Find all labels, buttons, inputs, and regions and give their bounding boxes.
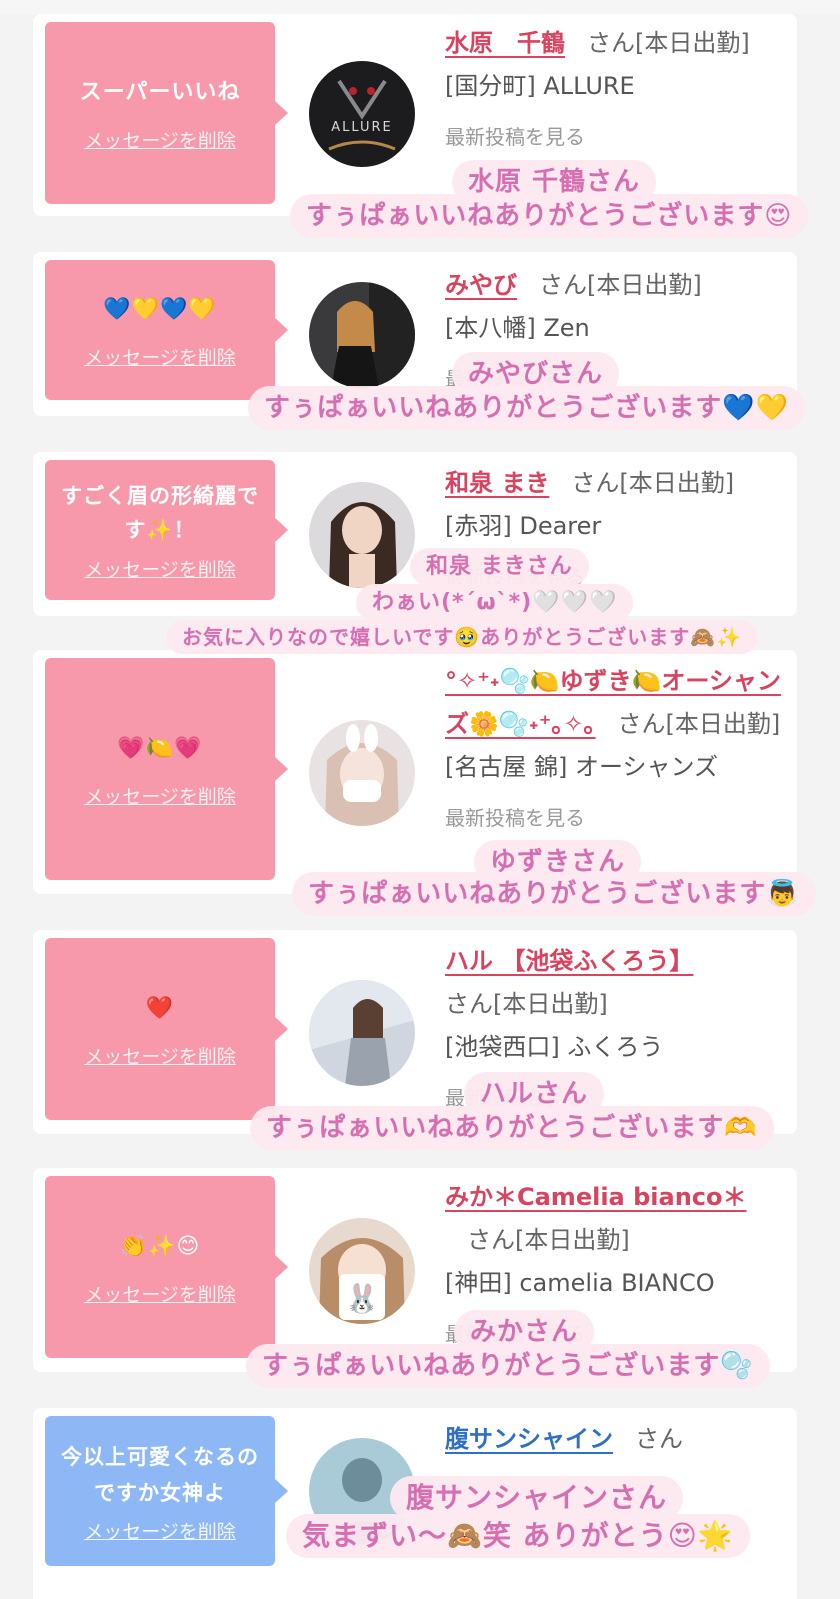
avatar[interactable]: 🐰 <box>309 1218 415 1324</box>
delete-message-link[interactable]: メッセージを削除 <box>84 555 236 582</box>
message-text: 今以上可愛くなるのですか女神よ <box>61 1444 259 1505</box>
caption-text: すぅぱぁいいねありがとうございます💙💛 <box>248 386 805 430</box>
profile-name-link[interactable]: 水原 千鶴 <box>445 29 565 57</box>
name-line: 水原 千鶴 さん[本日出勤] <box>445 22 783 65</box>
profile-name-link[interactable]: ハル 【池袋ふくろう】 <box>445 947 693 975</box>
message-bubble: スーパーいいね メッセージを削除 <box>45 22 288 204</box>
avatar[interactable]: ALLURE <box>309 61 415 167</box>
delete-message-link[interactable]: メッセージを削除 <box>84 782 236 809</box>
status-text: さん[本日出勤] <box>587 29 750 57</box>
message-bubble: 💙💛💙💛 メッセージを削除 <box>45 260 288 400</box>
shop-text: [神田] camelia BIANCO <box>445 1269 715 1297</box>
avatar-image <box>309 980 415 1086</box>
message-bubble: 💗🍋💗 メッセージを削除 <box>45 658 288 880</box>
shop-text: [赤羽] Dearer <box>445 512 602 540</box>
message-card: 💗🍋💗 メッセージを削除 °✧⁺˖🫧🍋ゆずき🍋オーシャンズ🌼🫧˖⁺｡✧｡ さん[本… <box>33 650 797 894</box>
top-strip <box>0 0 840 14</box>
avatar-image: 🐰 <box>309 1218 415 1324</box>
status-text: さん[本日出勤] <box>571 469 735 497</box>
avatar-image: ALLURE <box>309 61 415 167</box>
caption-text: すぅぱぁいいねありがとうございます👼 <box>292 872 816 916</box>
shop-text: [国分町] ALLURE <box>445 72 635 100</box>
caption-text: すぅぱぁいいねありがとうございます😍 <box>290 194 809 238</box>
latest-post-link[interactable]: 最新投稿を見る <box>445 116 783 159</box>
status-text: さん[本日出勤] <box>539 271 702 299</box>
name-line: みか＊Camelia bianco＊ さん[本日出勤] <box>445 1176 783 1262</box>
caption-text: お気に入りなので嬉しいです🥹ありがとうございます🙈✨ <box>166 620 759 654</box>
status-text: さん <box>635 1425 683 1453</box>
message-card: ❤️ メッセージを削除 ハル 【池袋ふくろう】 さん[本日出勤] [池袋西口] ふ… <box>33 930 797 1134</box>
avatar[interactable] <box>309 720 415 826</box>
message-text: 👏✨😊 <box>119 1233 201 1259</box>
delete-message-link[interactable]: メッセージを削除 <box>84 1517 236 1544</box>
card-info: 腹サンシャイン さん <box>445 1418 783 1461</box>
name-line: ハル 【池袋ふくろう】 さん[本日出勤] <box>445 940 783 1026</box>
caption-text: わぁい(*´ω`*)🤍🤍🤍 <box>356 584 634 622</box>
message-bubble: すごく眉の形綺麗です✨！ メッセージを削除 <box>45 460 288 600</box>
shop-text: [本八幡] Zen <box>445 314 590 342</box>
name-line: みやび さん[本日出勤] <box>445 264 783 307</box>
card-info: 水原 千鶴 さん[本日出勤] [国分町] ALLURE 最新投稿を見る <box>445 22 783 159</box>
message-text: スーパーいいね <box>79 79 241 105</box>
profile-name-link[interactable]: みか＊Camelia bianco＊ <box>445 1183 747 1211</box>
profile-name-link[interactable]: 和泉 まき <box>445 469 549 497</box>
delete-message-link[interactable]: メッセージを削除 <box>84 126 236 153</box>
message-feed: スーパーいいね メッセージを削除 ALLURE 水原 千鶴 さん[本日出勤] [国… <box>0 0 840 1599</box>
message-text: すごく眉の形綺麗です✨！ <box>61 483 259 542</box>
avatar-logo-text: ALLURE <box>331 120 393 135</box>
avatar-image <box>309 482 415 588</box>
message-bubble: 今以上可愛くなるのですか女神よ メッセージを削除 <box>45 1416 288 1566</box>
latest-post-link[interactable]: 最新投稿を見る <box>445 797 783 840</box>
name-line: 腹サンシャイン さん <box>445 1418 783 1461</box>
caption-text: すぅぱぁいいねありがとうございます🫶 <box>250 1106 774 1150</box>
avatar-image <box>309 282 415 388</box>
message-bubble: 👏✨😊 メッセージを削除 <box>45 1176 288 1358</box>
avatar-sticker: 🐰 <box>345 1282 380 1315</box>
profile-name-link[interactable]: 腹サンシャイン <box>445 1425 613 1453</box>
caption-name: 和泉 まきさん <box>410 548 589 586</box>
profile-name-link[interactable]: みやび <box>445 271 517 299</box>
message-text: 💗🍋💗 <box>117 735 203 761</box>
status-text: さん[本日出勤] <box>467 1226 630 1254</box>
caption-text: すぅぱぁいいねありがとうございます🫧 <box>246 1344 770 1388</box>
status-text: さん[本日出勤] <box>617 710 781 738</box>
card-info: °✧⁺˖🫧🍋ゆずき🍋オーシャンズ🌼🫧˖⁺｡✧｡ さん[本日出勤] [名古屋 錦] … <box>445 660 783 840</box>
avatar[interactable] <box>309 980 415 1086</box>
avatar[interactable] <box>309 282 415 388</box>
delete-message-link[interactable]: メッセージを削除 <box>84 1042 236 1069</box>
delete-message-link[interactable]: メッセージを削除 <box>84 1280 236 1307</box>
status-text: さん[本日出勤] <box>445 990 608 1018</box>
message-card: スーパーいいね メッセージを削除 ALLURE 水原 千鶴 さん[本日出勤] [国… <box>33 14 797 216</box>
shop-text: [池袋西口] ふくろう <box>445 1033 664 1061</box>
message-card: 👏✨😊 メッセージを削除 🐰 みか＊Camelia bianco＊ さん[本日出勤… <box>33 1168 797 1372</box>
message-bubble: ❤️ メッセージを削除 <box>45 938 288 1120</box>
shop-text: [名古屋 錦] オーシャンズ <box>445 753 719 781</box>
caption-text: 気まずい〜🙈笑 ありがとう😍🌟 <box>286 1514 750 1558</box>
name-line: °✧⁺˖🫧🍋ゆずき🍋オーシャンズ🌼🫧˖⁺｡✧｡ さん[本日出勤] <box>445 660 783 746</box>
avatar[interactable] <box>309 482 415 588</box>
name-line: 和泉 まき さん[本日出勤] <box>445 462 783 505</box>
avatar-image <box>309 720 415 826</box>
message-text: 💙💛💙💛 <box>103 296 217 322</box>
message-text: ❤️ <box>145 995 175 1021</box>
delete-message-link[interactable]: メッセージを削除 <box>84 343 236 370</box>
